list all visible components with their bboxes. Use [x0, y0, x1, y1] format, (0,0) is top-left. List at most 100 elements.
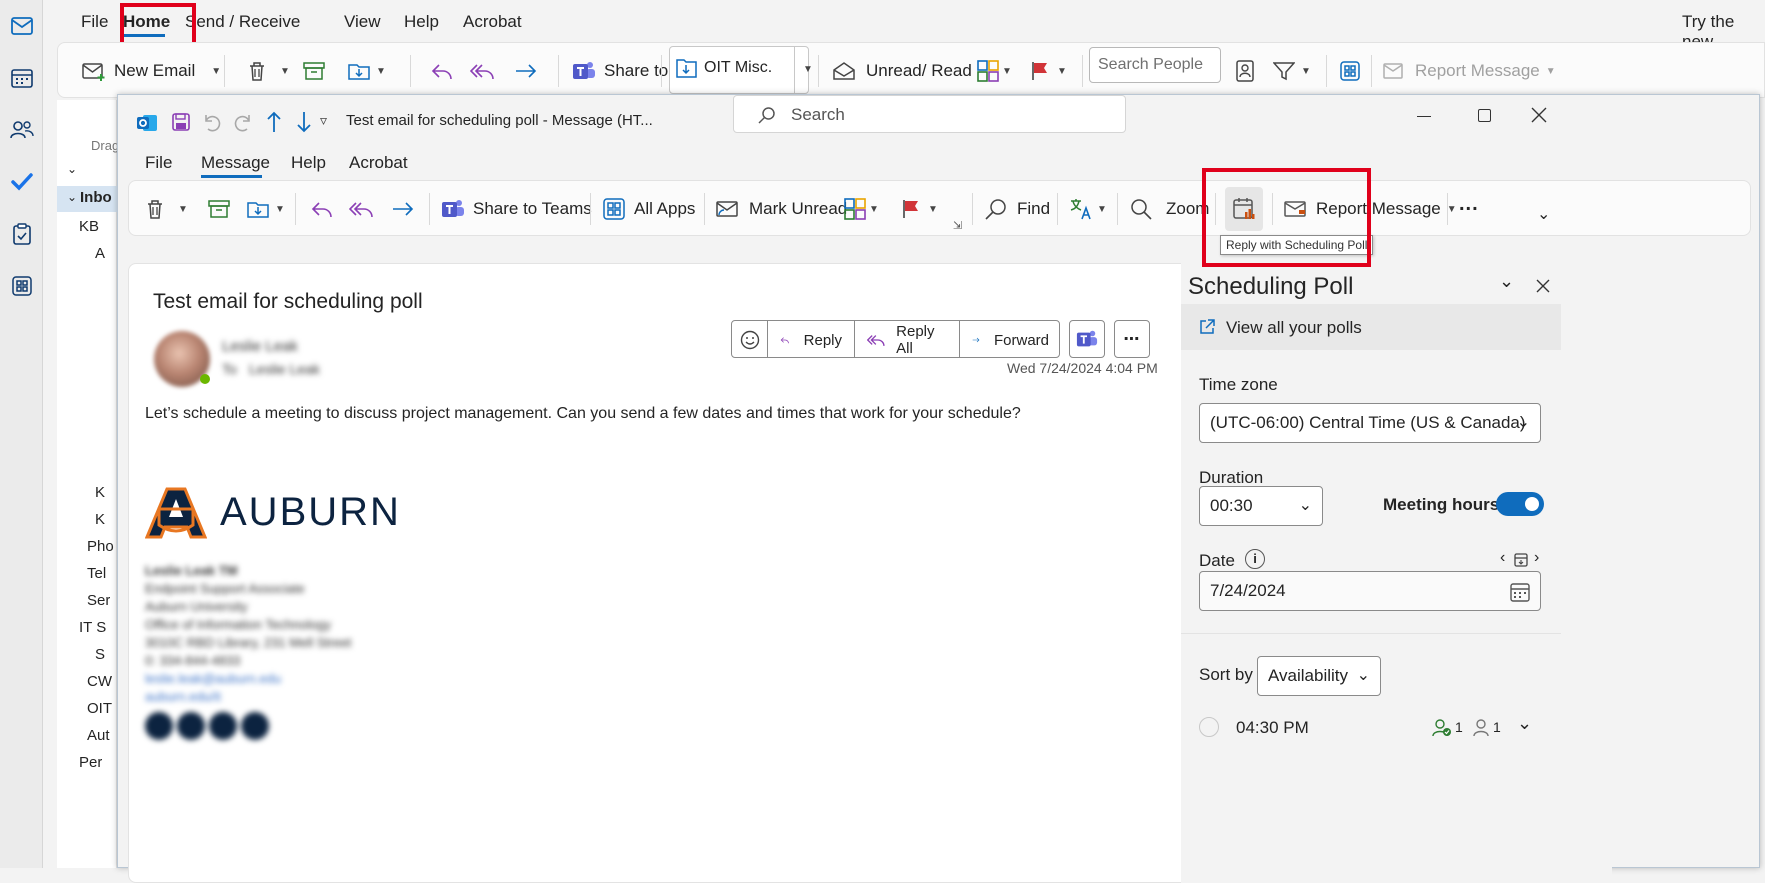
all-apps-button[interactable] [1340, 43, 1360, 99]
duration-dropdown[interactable]: 00:30 ⌄ [1199, 486, 1323, 526]
info-icon[interactable]: i [1245, 549, 1265, 569]
tags-dialog-launcher-icon[interactable]: ⇲ [953, 219, 962, 232]
recipient-name[interactable]: Leslie Leak [249, 361, 320, 377]
emoji-reaction-button[interactable] [732, 321, 768, 357]
reply-all-button[interactable]: Reply All [855, 321, 960, 357]
quick-steps-gallery[interactable]: OIT Misc. ▼ [669, 46, 813, 94]
mark-unread-button[interactable]: Mark Unread [716, 181, 847, 237]
new-email-button[interactable]: New Email ▼ [82, 43, 221, 99]
chevron-down-icon[interactable]: ▼ [1002, 66, 1012, 77]
close-icon[interactable] [1536, 279, 1550, 293]
time-slot-radio[interactable] [1199, 717, 1219, 737]
menu-tab-help[interactable]: Help [404, 12, 439, 32]
forward-button[interactable] [391, 181, 415, 237]
zoom-button[interactable]: Zoom [1130, 181, 1209, 237]
folder-item[interactable]: Pho [87, 538, 114, 555]
follow-up-button[interactable]: ▼ [902, 181, 938, 237]
expand-slot-chevron-icon[interactable]: ⌄ [1517, 713, 1532, 734]
chevron-down-icon[interactable]: ▼ [211, 66, 221, 77]
chevron-down-icon[interactable]: ▼ [178, 204, 188, 215]
apps-icon[interactable] [6, 270, 38, 302]
folder-item[interactable]: Per [79, 754, 102, 771]
close-icon[interactable] [1531, 107, 1547, 123]
collapse-chevron-icon[interactable]: ⌄ [1499, 271, 1514, 292]
search-people-input[interactable]: Search People [1089, 47, 1221, 83]
chevron-down-icon[interactable]: ▼ [280, 66, 290, 77]
maximize-icon[interactable] [1478, 109, 1491, 122]
todo-icon[interactable] [6, 166, 38, 198]
linkedin-icon[interactable] [209, 712, 237, 740]
instagram-icon[interactable] [177, 712, 205, 740]
categorize-button[interactable]: ▼ [844, 181, 879, 237]
follow-up-button[interactable]: ▼ [1031, 43, 1067, 99]
chevron-down-icon[interactable]: ▼ [275, 204, 285, 215]
more-options-icon[interactable]: ... [1459, 193, 1479, 216]
menu-tab-send-receive[interactable]: Send / Receive [185, 12, 300, 32]
share-to-teams-button[interactable]: Share to Teams [441, 181, 592, 237]
tab-help[interactable]: Help [291, 153, 326, 173]
mail-icon[interactable] [6, 10, 38, 42]
forward-button[interactable]: Forward [960, 321, 1059, 357]
forward-button[interactable] [514, 43, 538, 99]
previous-item-icon[interactable] [266, 111, 282, 133]
ribbon-collapse-chevron-icon[interactable]: ⌄ [1537, 204, 1550, 224]
chevron-down-icon[interactable]: ▼ [928, 204, 938, 215]
menu-tab-file[interactable]: File [81, 12, 108, 32]
reply-all-button[interactable] [349, 181, 375, 237]
next-date-icon[interactable]: › [1534, 549, 1539, 567]
sort-by-dropdown[interactable]: Availability ⌄ [1257, 656, 1381, 696]
folder-item[interactable]: Tel [87, 565, 106, 582]
tab-file[interactable]: File [145, 153, 172, 173]
chevron-down-icon[interactable]: ▼ [869, 204, 879, 215]
teams-chat-button[interactable] [1069, 320, 1105, 358]
menu-tab-acrobat[interactable]: Acrobat [463, 12, 522, 32]
folder-item[interactable]: OIT [87, 700, 112, 717]
more-actions-button[interactable]: ⋯ [1114, 320, 1150, 358]
find-button[interactable]: Find [985, 181, 1050, 237]
chevron-down-icon[interactable]: ▼ [1097, 204, 1107, 215]
reply-button[interactable] [310, 181, 334, 237]
time-slot-row[interactable]: 04:30 PM 1 1 ⌄ [1181, 703, 1561, 750]
move-button[interactable]: ▼ [348, 43, 386, 99]
search-box[interactable]: Search [733, 95, 1126, 133]
tasks-icon[interactable] [6, 218, 38, 250]
meeting-hours-toggle[interactable] [1496, 492, 1544, 516]
address-book-button[interactable] [1236, 43, 1254, 99]
folder-item[interactable]: S [95, 646, 105, 663]
quick-access-customize-icon[interactable]: ▿ [320, 112, 327, 129]
folder-item[interactable]: Aut [87, 727, 110, 744]
reply-button[interactable]: Reply [768, 321, 855, 357]
chevron-down-icon[interactable]: ▼ [1301, 66, 1311, 77]
folder-item[interactable]: Ser [87, 592, 110, 609]
report-message-button[interactable]: Report Message ▼ [1383, 43, 1556, 99]
minimize-icon[interactable] [1417, 116, 1431, 117]
menu-tab-view[interactable]: View [344, 12, 381, 32]
move-button[interactable]: ▼ [247, 181, 285, 237]
people-icon[interactable] [6, 114, 38, 146]
facebook-icon[interactable] [145, 712, 173, 740]
reply-button[interactable] [430, 43, 454, 99]
date-picker-input[interactable]: 7/24/2024 [1199, 571, 1541, 611]
time-zone-dropdown[interactable]: (UTC-06:00) Central Time (US & Canada) ⌄ [1199, 403, 1541, 443]
folder-item[interactable]: KB [79, 218, 99, 235]
calendar-icon[interactable] [6, 62, 38, 94]
translate-button[interactable]: ▼ [1069, 181, 1107, 237]
archive-button[interactable] [303, 43, 325, 99]
redo-icon[interactable] [233, 113, 253, 133]
delete-button[interactable]: ▼ [248, 43, 290, 99]
chevron-down-icon[interactable]: ▼ [803, 64, 813, 75]
reply-all-button[interactable] [470, 43, 496, 99]
tab-acrobat[interactable]: Acrobat [349, 153, 408, 173]
folder-item[interactable]: K [95, 511, 105, 528]
tab-message[interactable]: Message [201, 153, 270, 173]
chevron-down-icon[interactable]: ⌄ [67, 162, 77, 176]
previous-date-icon[interactable]: ‹ [1500, 549, 1505, 567]
categorize-button[interactable]: ▼ [977, 43, 1012, 99]
undo-icon[interactable] [202, 113, 222, 133]
today-icon[interactable] [1514, 553, 1528, 567]
all-apps-button[interactable]: All Apps [603, 181, 695, 237]
chevron-down-icon[interactable]: ▼ [376, 66, 386, 77]
sender-name[interactable]: Leslie Leak [222, 338, 298, 355]
view-all-polls-row[interactable]: View all your polls [1181, 304, 1561, 350]
folder-item[interactable]: K [95, 484, 105, 501]
